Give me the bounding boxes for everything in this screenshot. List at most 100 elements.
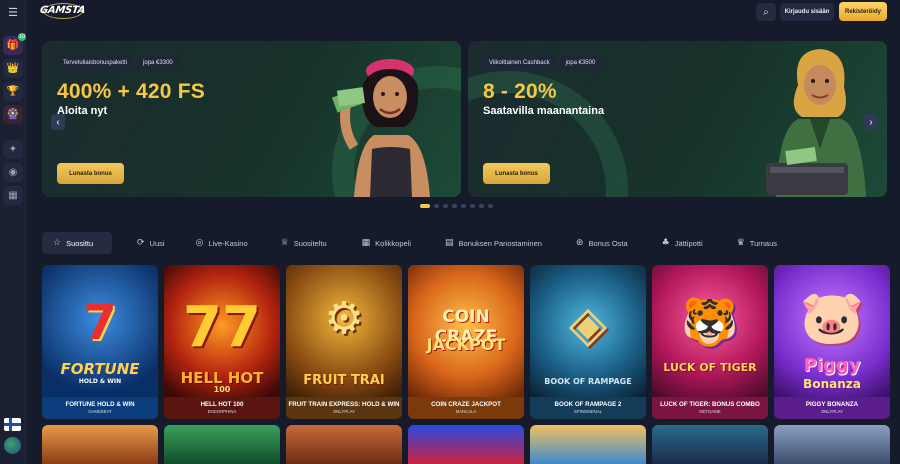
notification-badge: 10 [18,33,26,41]
game-art-title: BOOK OF RAMPAGE [544,377,632,386]
ticket-icon[interactable]: ✦ [3,140,23,159]
game-card[interactable] [42,425,158,464]
gift-icon[interactable]: 🎁 10 [3,33,26,55]
game-card[interactable] [774,425,890,464]
game-art: ⚙ FRUIT TRAI [286,265,402,399]
banner-chip: Viikoittainen Cashback [483,56,556,70]
game-title: FRUIT TRAIN EXPRESS: HOLD & WIN [288,401,400,408]
star-icon: ☆ [53,238,62,248]
new-icon: ⟳ [137,238,145,248]
game-caption: PIGGY BONANZA ONLYPLAY [774,397,890,419]
game-grid-row-2 [42,425,890,464]
crown-icon[interactable]: 👑 [3,59,23,78]
game-title: LUCK OF TIGER: BONUS COMBO [660,401,760,408]
tab-new[interactable]: ⟳ Uusi [126,232,176,254]
banner-subtitle: Saatavilla maanantaina [483,105,605,117]
game-art-subtitle: HOLD & WIN [78,378,122,385]
slot-machine-icon[interactable]: ▦ [3,186,23,205]
game-art-title: FRUIT TRAI [303,373,385,388]
tab-slots[interactable]: ▦ Kolikkopeli [351,232,422,254]
game-card[interactable]: 7 FORTUNE HOLD & WIN FORTUNE HOLD & WIN … [42,265,158,419]
tab-label: Live-Kasino [208,238,248,248]
claim-bonus-button[interactable]: Lunasta bonus [57,163,124,184]
tab-live-casino[interactable]: ◎ Live-Kasino [185,232,259,254]
carousel-dot[interactable] [470,204,475,208]
game-card[interactable] [408,425,524,464]
game-card[interactable] [530,425,646,464]
cashback-banner[interactable]: Viikoittainen Cashback jopa €3500 8 - 20… [468,41,887,197]
game-title: BOOK OF RAMPAGE 2 [554,401,622,408]
game-art-symbol: 77 [183,295,261,360]
claim-bonus-button[interactable]: Lunasta bonus [483,163,550,184]
game-card[interactable] [286,425,402,464]
trophy-icon[interactable]: 🏆 [3,82,23,101]
game-art-title: LUCK OF TIGER [663,361,757,374]
tab-bonus-buy[interactable]: ⊛ Bonus Osta [565,232,639,254]
game-card[interactable]: 🐷 Piggy Bonanza PIGGY BONANZA ONLYPLAY [774,265,890,419]
login-button[interactable]: Kirjaudu sisään [780,3,834,21]
carousel-dot[interactable] [452,204,457,208]
bonus-buy-icon: ⊛ [575,238,584,248]
finland-flag-icon[interactable] [4,418,21,431]
game-caption: HELL HOT 100 ENDORPHINA [164,397,280,419]
carousel-dot[interactable] [443,204,448,208]
carousel-dot[interactable] [434,204,439,208]
tab-label: Suosittu [66,238,94,248]
carousel-dot[interactable] [461,204,466,208]
banner-chip: Tervetuliaisbonuspaketti [57,56,134,70]
game-art-symbol: ◈ [568,295,608,353]
welcome-bonus-banner[interactable]: Tervetuliaisbonuspaketti jopa €3300 400%… [42,41,461,197]
game-card[interactable]: ⚙ FRUIT TRAI FRUIT TRAIN EXPRESS: HOLD &… [286,265,402,419]
game-card[interactable]: ◈ BOOK OF RAMPAGE BOOK OF RAMPAGE 2 SPIN… [530,265,646,419]
tab-jackpot[interactable]: ♣ Jättipotti [651,232,714,254]
game-art: COIN CRAZE JACKPOT [408,265,524,399]
game-art: ◈ BOOK OF RAMPAGE [530,265,646,399]
tab-tournament[interactable]: ♛ Turnaus [726,232,788,254]
game-provider: ONLYPLAY [820,409,844,414]
tab-label: Bonuksen Panostaminen [458,238,542,248]
banner-chip: jopa €3300 [137,56,179,70]
game-art-subtitle: JACKPOT [426,335,506,354]
category-tabs: ☆ Suosittu ⟳ Uusi ◎ Live-Kasino ♕ Suositeltu… [42,232,887,254]
jackpot-icon: ♣ [661,238,670,248]
register-button[interactable]: Rekisteröidy [839,2,887,21]
sidebar: ☰ 🎁 10 👑 🏆 🎡 ✦ ◉ ▦ [0,0,26,464]
game-provider: SPINOMENAL [573,409,603,414]
banner-title: 400% + 420 FS [57,80,205,103]
tab-recommended[interactable]: ♕ Suositeltu [270,232,338,254]
game-provider: MANCALA [455,409,477,414]
tournament-icon: ♛ [736,238,745,248]
game-grid: 7 FORTUNE HOLD & WIN FORTUNE HOLD & WIN … [42,265,890,419]
chip-icon[interactable]: ◉ [3,163,23,182]
game-card[interactable] [652,425,768,464]
game-caption: BOOK OF RAMPAGE 2 SPINOMENAL [530,397,646,419]
casino-app: ☰ 🎁 10 👑 🏆 🎡 ✦ ◉ ▦ GAMSTA ⌕ Kirjaudu sisä… [0,0,900,464]
tab-label: Uusi [149,238,165,248]
game-card[interactable]: 77 HELL HOT 100 HELL HOT 100 ENDORPHINA [164,265,280,419]
game-card[interactable]: 🐯 LUCK OF TIGER LUCK OF TIGER: BONUS COM… [652,265,768,419]
game-caption: COIN CRAZE JACKPOT MANCALA [408,397,524,419]
logo[interactable]: GAMSTA [39,2,86,20]
wheel-icon[interactable]: 🎡 [3,105,23,124]
carousel-prev-icon[interactable]: ‹ [51,114,65,130]
live-icon: ◎ [195,238,204,248]
carousel-dot[interactable] [420,204,430,208]
tab-bonus-wagering[interactable]: ▤ Bonuksen Panostaminen [434,232,553,254]
tab-popular[interactable]: ☆ Suosittu [42,232,112,254]
game-card[interactable]: COIN CRAZE JACKPOT COIN CRAZE JACKPOT MA… [408,265,524,419]
sidebar-nav: 🎁 10 👑 🏆 🎡 ✦ ◉ ▦ [3,33,26,205]
tab-label: Suositeltu [293,238,327,248]
carousel-dots [420,204,493,208]
game-card[interactable] [164,425,280,464]
menu-icon[interactable]: ☰ [4,3,22,21]
search-icon[interactable]: ⌕ [756,3,776,21]
game-art: 77 HELL HOT 100 [164,265,280,399]
banner-character-illustration [332,59,430,197]
globe-icon[interactable] [4,437,21,454]
game-title: PIGGY BONANZA [805,401,859,408]
carousel-dot[interactable] [479,204,484,208]
carousel-dot[interactable] [488,204,493,208]
game-art: 7 FORTUNE HOLD & WIN [42,265,158,399]
tab-label: Bonus Osta [588,238,628,248]
game-art-subtitle: 100 [213,385,231,394]
